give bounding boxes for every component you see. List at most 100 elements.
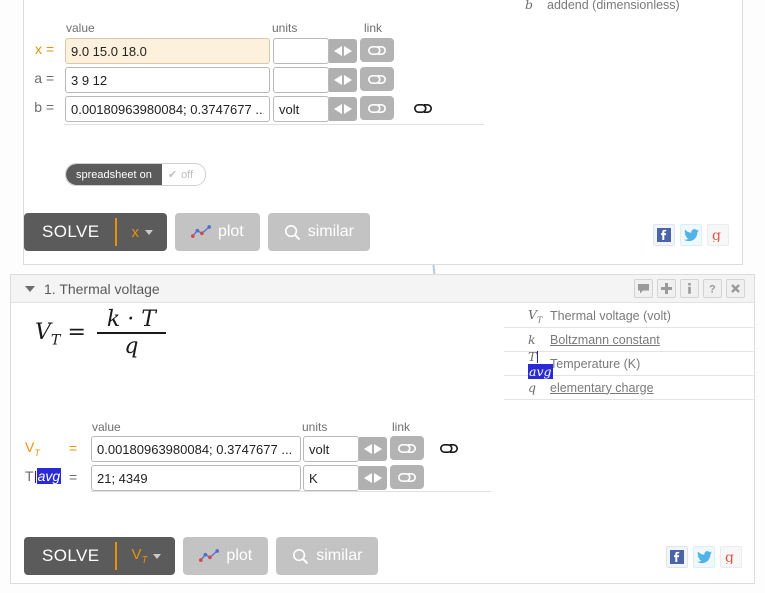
- comment-icon[interactable]: [634, 279, 653, 298]
- table-row: Tavg Temperature (K): [504, 349, 754, 379]
- info-icon[interactable]: [680, 279, 699, 298]
- var-label-b: b: [34, 99, 42, 115]
- var-eq-b: =: [46, 99, 55, 115]
- formula-lhs-bottom: VT: [35, 320, 61, 349]
- plot-button-top[interactable]: plot: [174, 213, 260, 251]
- similar-label-top: similar: [307, 223, 354, 240]
- var-eq-x: =: [46, 41, 55, 57]
- variable-symbol-editing[interactable]: Tavg: [504, 349, 553, 379]
- value-input-b[interactable]: [65, 96, 270, 122]
- table-row: b addend (dimensionless): [501, 0, 741, 16]
- var-label-a: a: [34, 70, 42, 86]
- units-stepper-x[interactable]: [329, 39, 357, 63]
- formula-display-bottom: VT = k · T q: [35, 307, 170, 359]
- action-bar-top: SOLVE x plot similar: [24, 213, 370, 251]
- units-stepper-t[interactable]: [359, 466, 387, 490]
- value-input-t[interactable]: [91, 465, 301, 491]
- link-button-b[interactable]: [360, 96, 394, 120]
- plus-icon[interactable]: [657, 279, 676, 298]
- twitter-icon-bottom[interactable]: [693, 546, 715, 568]
- googleplus-icon-bottom[interactable]: g: [720, 546, 742, 568]
- variable-description-link[interactable]: elementary charge: [550, 381, 654, 395]
- value-input-vt[interactable]: [91, 436, 301, 462]
- value-input-a[interactable]: [65, 67, 270, 93]
- units-input-t[interactable]: [303, 465, 359, 491]
- spreadsheet-toggle-top[interactable]: spreadsheet on ✔ off: [65, 163, 207, 186]
- action-bar-bottom: SOLVE VT plot similar: [24, 537, 379, 575]
- var-label-vt: VT: [25, 439, 40, 458]
- close-icon[interactable]: [726, 279, 745, 298]
- link-anchor-vt[interactable]: [439, 438, 459, 458]
- form-separator-top: [64, 124, 484, 125]
- plot-label-bottom: plot: [226, 547, 253, 564]
- social-bar-bottom: g: [666, 546, 742, 568]
- collapse-triangle-icon[interactable]: [25, 286, 35, 292]
- variable-table-top: a addend (dimensionless) b addend (dimen…: [501, 0, 741, 16]
- similar-label-bottom: similar: [316, 547, 363, 564]
- search-icon-bottom: [293, 548, 309, 564]
- variable-description: addend (dimensionless): [547, 0, 680, 12]
- plot-icon-bottom: [199, 549, 220, 562]
- googleplus-icon-top[interactable]: g: [707, 224, 729, 246]
- link-button-vt[interactable]: [390, 436, 424, 460]
- similar-button-top[interactable]: similar: [267, 213, 370, 251]
- link-button-x[interactable]: [360, 38, 394, 62]
- column-header-value-top: value: [66, 21, 95, 35]
- panel-header-bottom: 1. Thermal voltage ?: [11, 275, 754, 303]
- link-button-t[interactable]: [390, 465, 424, 489]
- panel-header-icons: ?: [634, 279, 745, 298]
- column-header-value-bottom: value: [92, 420, 121, 434]
- variable-symbol: VT: [528, 306, 543, 325]
- solve-variable-bottom: VT: [131, 546, 148, 566]
- plot-button-bottom[interactable]: plot: [183, 537, 269, 575]
- units-stepper-vt[interactable]: [359, 437, 387, 461]
- solve-button-top[interactable]: SOLVE x: [24, 213, 167, 251]
- chevron-down-icon-top[interactable]: [144, 229, 153, 235]
- chevron-down-icon-bottom[interactable]: [153, 553, 162, 559]
- solve-button-bottom[interactable]: SOLVE VT: [24, 537, 176, 575]
- column-header-units-top: units: [272, 21, 298, 35]
- column-header-link-top: link: [364, 21, 383, 35]
- social-bar-top: g: [653, 224, 729, 246]
- link-button-a[interactable]: [360, 67, 394, 91]
- plot-label-top: plot: [217, 223, 244, 240]
- var-eq-t: =: [69, 469, 78, 485]
- column-header-link-bottom: link: [392, 420, 411, 434]
- variable-symbol: q: [528, 380, 537, 395]
- variable-table-bottom: VT Thermal voltage (volt) k Boltzmann co…: [504, 304, 754, 400]
- variable-description-link[interactable]: Boltzmann constant: [550, 333, 660, 347]
- help-icon[interactable]: ?: [703, 279, 722, 298]
- value-input-x[interactable]: [65, 38, 270, 64]
- svg-text:g: g: [712, 228, 721, 242]
- column-header-units-bottom: units: [302, 420, 328, 434]
- units-input-vt[interactable]: [303, 436, 359, 462]
- solve-label-bottom: SOLVE: [42, 546, 100, 565]
- panel-title-bottom: 1. Thermal voltage: [44, 281, 160, 297]
- fraction-denominator: q: [96, 332, 166, 359]
- similar-button-bottom[interactable]: similar: [276, 537, 379, 575]
- units-stepper-b[interactable]: [329, 97, 357, 121]
- facebook-icon-bottom[interactable]: [666, 546, 688, 568]
- svg-text:?: ?: [709, 284, 716, 296]
- equation-panel-bottom: 1. Thermal voltage ? VT = k · T q value …: [10, 274, 755, 584]
- check-icon-top: ✔: [167, 169, 178, 181]
- units-stepper-a[interactable]: [329, 68, 357, 92]
- spreadsheet-on-label-top[interactable]: spreadsheet on: [66, 164, 162, 185]
- units-input-x[interactable]: [273, 38, 329, 64]
- twitter-icon-top[interactable]: [680, 224, 702, 246]
- spreadsheet-off-text-top: off: [181, 168, 194, 181]
- equation-panel-top: x = a + b value units link x = a =: [23, 0, 743, 265]
- solve-variable-top: x: [131, 223, 139, 241]
- spreadsheet-off-label-top[interactable]: ✔ off: [161, 164, 206, 185]
- fraction-numerator: k · T: [106, 307, 156, 332]
- units-input-a[interactable]: [273, 67, 329, 93]
- units-input-b[interactable]: [273, 96, 329, 122]
- form-separator-bottom: [91, 491, 491, 492]
- var-label-x: x: [35, 41, 42, 57]
- formula-fraction: k · T q: [96, 307, 166, 359]
- solve-label-top: SOLVE: [42, 222, 100, 241]
- search-icon-top: [284, 224, 300, 240]
- facebook-icon-top[interactable]: [653, 224, 675, 246]
- formula-relation-bottom: =: [67, 320, 86, 345]
- link-anchor-b[interactable]: [413, 98, 433, 118]
